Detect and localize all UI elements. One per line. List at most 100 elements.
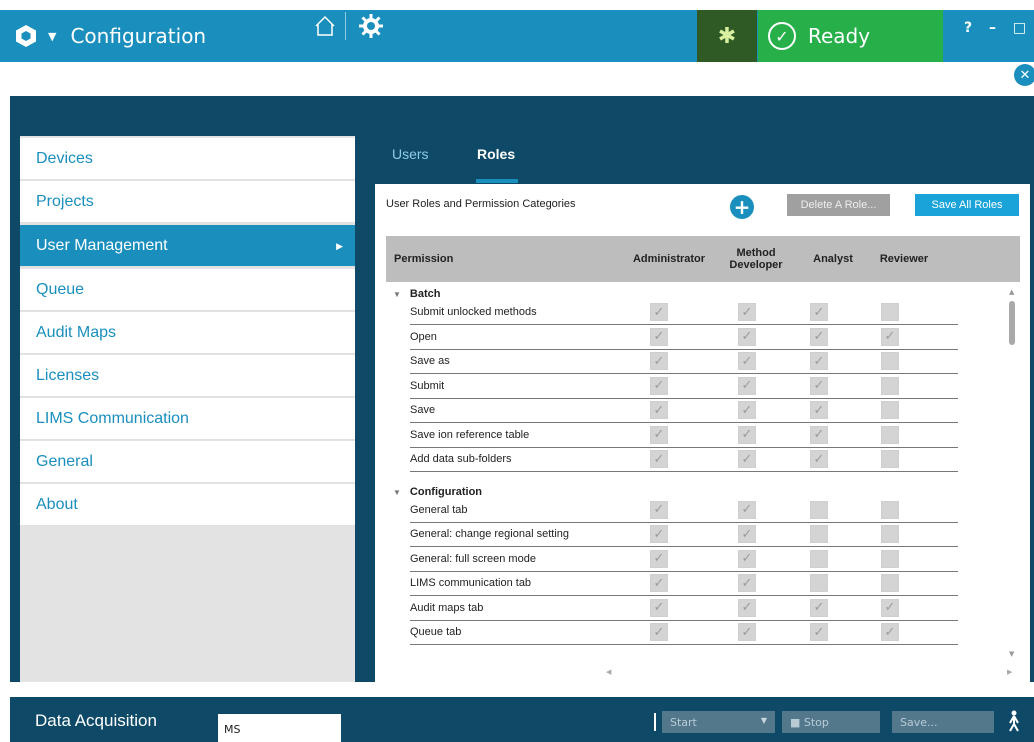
content-area: Users Roles User Roles and Permission Ca… <box>355 136 1034 682</box>
permission-checkbox[interactable] <box>881 574 899 592</box>
permission-checkbox[interactable] <box>881 352 899 370</box>
permission-checkbox[interactable]: ✓ <box>810 450 828 468</box>
permission-checkbox[interactable]: ✓ <box>650 425 668 444</box>
scroll-right-icon[interactable]: ▶ <box>1007 668 1012 676</box>
scroll-up-icon[interactable]: ▲ <box>1009 288 1014 296</box>
person-walking-icon[interactable] <box>1002 709 1026 733</box>
save-button[interactable]: Save... <box>892 711 994 733</box>
permission-checkbox[interactable]: ✓ <box>810 376 828 395</box>
collapse-icon[interactable]: ▼ <box>393 488 401 497</box>
permission-checkbox[interactable]: ✓ <box>650 327 668 346</box>
permission-checkbox[interactable]: ✓ <box>738 500 756 519</box>
permission-checkbox[interactable]: ✓ <box>810 623 828 641</box>
permission-checkbox[interactable] <box>881 549 899 568</box>
permission-checkbox[interactable]: ✓ <box>738 303 756 321</box>
permission-checkbox[interactable]: ✓ <box>810 303 828 321</box>
delete-role-button[interactable]: Delete A Role... <box>787 194 890 216</box>
permission-group[interactable]: ▼ Batch <box>393 288 440 300</box>
sidebar-item-lims-communication[interactable]: LIMS Communication <box>20 398 355 440</box>
sidebar-item-licenses[interactable]: Licenses <box>20 355 355 397</box>
sidebar-item-queue[interactable]: Queue <box>20 269 355 311</box>
start-button[interactable]: Start ▼ <box>662 711 775 733</box>
permission-checkbox[interactable] <box>881 401 899 419</box>
permission-checkbox[interactable]: ✓ <box>810 327 828 346</box>
sidebar-item-general[interactable]: General <box>20 441 355 483</box>
permission-label: Save as <box>410 355 450 367</box>
collapse-icon[interactable]: ▼ <box>393 290 401 299</box>
table-row: Add data sub-folders ✓ ✓ ✓ <box>410 447 958 472</box>
chevron-right-icon: ▶ <box>336 241 343 251</box>
stop-button[interactable]: ■ Stop <box>782 711 880 733</box>
permission-checkbox[interactable] <box>810 574 828 592</box>
chevron-down-icon[interactable]: ▼ <box>48 30 56 43</box>
permission-checkbox[interactable]: ✓ <box>810 401 828 419</box>
window-controls[interactable]: ? – □ ✕ <box>964 20 1034 36</box>
permission-checkbox[interactable]: ✓ <box>881 327 899 346</box>
sidebar-item-about[interactable]: About <box>20 484 355 526</box>
permission-checkbox[interactable] <box>881 425 899 444</box>
permission-checkbox[interactable]: ✓ <box>650 500 668 519</box>
sidebar-item-audit-maps[interactable]: Audit Maps <box>20 312 355 354</box>
tab-users[interactable]: Users <box>392 146 429 162</box>
permission-checkbox[interactable]: ✓ <box>881 623 899 641</box>
permission-checkbox[interactable]: ✓ <box>650 525 668 543</box>
scroll-left-icon[interactable]: ◀ <box>606 668 611 676</box>
sidebar-item-user-management[interactable]: User Management ▶ <box>20 225 355 267</box>
column-header-reviewer: Reviewer <box>879 253 929 265</box>
vertical-scrollbar-thumb[interactable] <box>1009 301 1015 345</box>
sidebar-item-devices[interactable]: Devices <box>20 138 355 180</box>
permission-checkbox[interactable]: ✓ <box>738 327 756 346</box>
permission-checkbox[interactable]: ✓ <box>738 352 756 370</box>
permission-checkbox[interactable]: ✓ <box>881 598 899 617</box>
permission-checkbox[interactable] <box>881 450 899 468</box>
app-logo-icon[interactable] <box>12 22 40 50</box>
permission-checkbox[interactable]: ✓ <box>650 450 668 468</box>
gear-icon[interactable] <box>357 12 385 40</box>
table-row: Queue tab ✓ ✓ ✓ ✓ <box>410 620 958 645</box>
permission-checkbox[interactable]: ✓ <box>650 574 668 592</box>
permission-checkbox[interactable] <box>881 303 899 321</box>
permission-checkbox[interactable]: ✓ <box>650 623 668 641</box>
chevron-down-icon[interactable]: ▼ <box>761 716 767 725</box>
permission-checkbox[interactable]: ✓ <box>738 549 756 568</box>
add-role-button[interactable]: + <box>730 195 754 219</box>
sidebar-item-label: User Management <box>36 237 168 254</box>
home-icon[interactable] <box>313 14 337 38</box>
permission-checkbox[interactable] <box>881 500 899 519</box>
permission-checkbox[interactable] <box>810 500 828 519</box>
toolbar-separator <box>654 713 656 731</box>
tab-roles[interactable]: Roles <box>477 146 515 162</box>
permission-checkbox[interactable]: ✓ <box>738 525 756 543</box>
permission-checkbox[interactable] <box>881 525 899 543</box>
sidebar-item-label: Devices <box>36 150 93 167</box>
start-label: Start <box>670 716 697 729</box>
permission-checkbox[interactable]: ✓ <box>738 623 756 641</box>
instrument-input[interactable]: MS <box>218 714 341 742</box>
permission-group[interactable]: ▼ Configuration <box>393 486 482 498</box>
permission-checkbox[interactable]: ✓ <box>738 574 756 592</box>
permission-checkbox[interactable]: ✓ <box>738 376 756 395</box>
permission-checkbox[interactable] <box>810 549 828 568</box>
permission-checkbox[interactable]: ✓ <box>738 401 756 419</box>
permission-checkbox[interactable]: ✓ <box>810 352 828 370</box>
table-row: Save ✓ ✓ ✓ <box>410 398 958 423</box>
permission-checkbox[interactable]: ✓ <box>738 598 756 617</box>
permission-checkbox[interactable]: ✓ <box>738 425 756 444</box>
sidebar: Devices Projects User Management ▶ Queue … <box>10 136 355 682</box>
permission-checkbox[interactable]: ✓ <box>650 303 668 321</box>
close-icon[interactable]: ✕ <box>1014 64 1034 86</box>
permission-checkbox[interactable]: ✓ <box>810 425 828 444</box>
permission-checkbox[interactable] <box>810 525 828 543</box>
permission-checkbox[interactable]: ✓ <box>738 450 756 468</box>
sidebar-item-projects[interactable]: Projects <box>20 181 355 223</box>
permission-checkbox[interactable]: ✓ <box>650 352 668 370</box>
permission-checkbox[interactable]: ✓ <box>650 549 668 568</box>
save-all-roles-button[interactable]: Save All Roles <box>915 194 1019 216</box>
permission-label: Save ion reference table <box>410 428 530 441</box>
permission-checkbox[interactable]: ✓ <box>650 376 668 395</box>
permission-checkbox[interactable]: ✓ <box>810 598 828 617</box>
permission-checkbox[interactable] <box>881 376 899 395</box>
permission-checkbox[interactable]: ✓ <box>650 598 668 617</box>
permission-checkbox[interactable]: ✓ <box>650 401 668 419</box>
scroll-down-icon[interactable]: ▼ <box>1009 650 1014 658</box>
